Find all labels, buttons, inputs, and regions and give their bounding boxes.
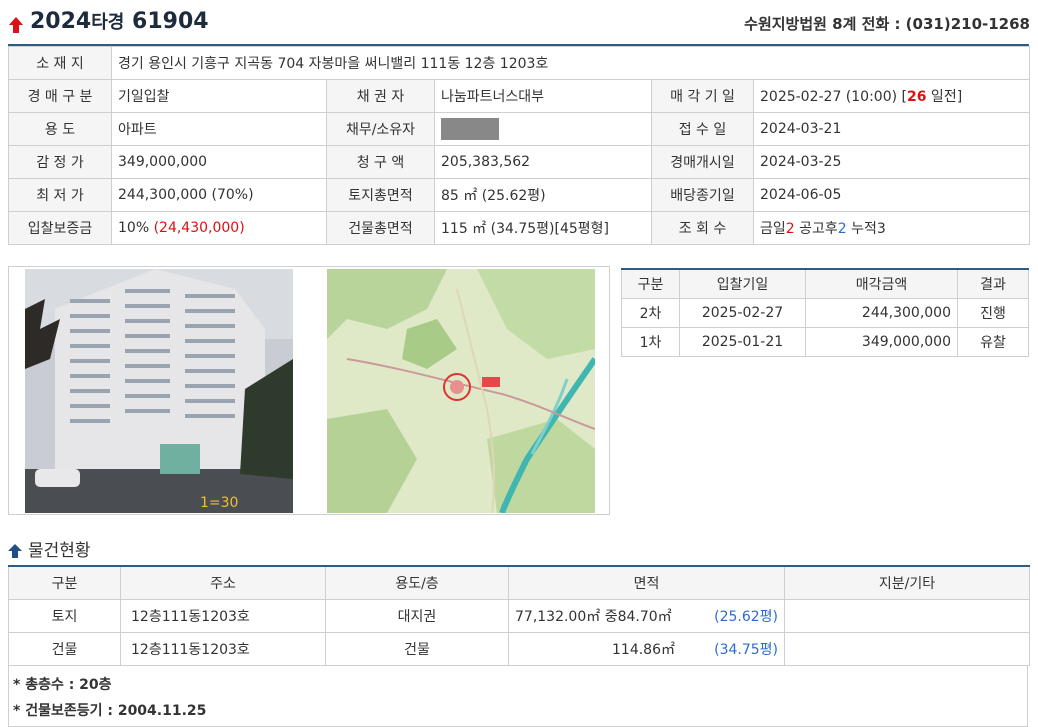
min-price-value: 244,300,000 (70%) [111, 178, 327, 212]
sale-date-label: 매 각 기 일 [651, 79, 754, 113]
prop-area: 77,132.00㎡ 중84.70㎡ (25.62평) [508, 599, 785, 633]
history-amount: 244,300,000 [805, 298, 958, 328]
location-label: 소 재 지 [8, 46, 112, 80]
prop-use: 건물 [325, 632, 509, 666]
use-label: 용 도 [8, 112, 112, 146]
prop-header-type: 구분 [8, 565, 121, 600]
note-floors: * 총층수 : 20층 [13, 677, 112, 693]
history-round: 1차 [621, 327, 680, 357]
note-registration: * 건물보존등기 : 2004.11.25 [13, 703, 207, 719]
land-area-label: 토지총면적 [326, 178, 435, 212]
prop-header-area: 면적 [508, 565, 785, 600]
views-value: 금일2 공고후2 누적3 [753, 211, 1030, 245]
table-row: 건물 12층111동1203호 건물 114.86㎡ (34.75평) [8, 632, 1030, 666]
prop-header-etc: 지분/기타 [784, 565, 1030, 600]
court-info: 수원지방법원 8계 전화 : (031)210-1268 [744, 15, 1030, 33]
land-area-value: 85 ㎡ (25.62평) [434, 178, 652, 212]
receipt-value: 2024-03-21 [753, 112, 1030, 146]
case-header: 2024타경 61904 수원지방법원 8계 전화 : (031)210-126… [8, 4, 1030, 42]
prop-area: 114.86㎡ (34.75평) [508, 632, 785, 666]
history-date: 2025-01-21 [679, 327, 806, 357]
prop-header-addr: 주소 [120, 565, 326, 600]
receipt-label: 접 수 일 [651, 112, 754, 146]
prop-addr: 12층111동1203호 [120, 632, 326, 666]
prop-use: 대지권 [325, 599, 509, 633]
notes-box: * 총층수 : 20층 * 건물보존등기 : 2004.11.25 [8, 666, 1028, 727]
case-info-table: 소 재 지 경기 용인시 기흥구 지곡동 704 자봉마을 써니밸리 111동 … [8, 46, 1030, 245]
location-map[interactable] [327, 269, 595, 513]
up-arrow-icon [9, 17, 23, 33]
property-table: 구분 주소 용도/층 면적 지분/기타 토지 12층111동1203호 대지권 … [8, 565, 1030, 666]
history-row: 2차 2025-02-27 244,300,000 진행 [621, 298, 1029, 328]
history-header-amount: 매각금액 [805, 268, 958, 299]
debtor-label: 채무/소유자 [326, 112, 435, 146]
map-image [327, 269, 595, 513]
debtor-value [434, 112, 652, 146]
claim-label: 청 구 액 [326, 145, 435, 179]
start-label: 경매개시일 [651, 145, 754, 179]
prop-type: 토지 [8, 599, 121, 633]
building-image: 1=30 [25, 269, 293, 513]
history-header-date: 입찰기일 [679, 268, 806, 299]
history-header-round: 구분 [621, 268, 680, 299]
deposit-value: 10% (24,430,000) [111, 211, 327, 245]
auction-type-label: 경 매 구 분 [8, 79, 112, 113]
claim-value: 205,383,562 [434, 145, 652, 179]
svg-text:1=30: 1=30 [200, 495, 238, 511]
history-amount: 349,000,000 [805, 327, 958, 357]
auction-type-value: 기일입찰 [111, 79, 327, 113]
bldg-area-label: 건물총면적 [326, 211, 435, 245]
history-result: 유찰 [957, 327, 1029, 357]
bid-history-table: 구분 입찰기일 매각금액 결과 2차 2025-02-27 244,300,00… [621, 268, 1029, 357]
deposit-label: 입찰보증금 [8, 211, 112, 245]
prop-header-use: 용도/층 [325, 565, 509, 600]
prop-addr: 12층111동1203호 [120, 599, 326, 633]
dividend-label: 배당종기일 [651, 178, 754, 212]
views-label: 조 회 수 [651, 211, 754, 245]
prop-etc [784, 599, 1030, 633]
min-price-label: 최 저 가 [8, 178, 112, 212]
history-date: 2025-02-27 [679, 298, 806, 328]
case-number: 2024타경 61904 [30, 9, 209, 34]
appraisal-label: 감 정 가 [8, 145, 112, 179]
prop-etc [784, 632, 1030, 666]
prop-type: 건물 [8, 632, 121, 666]
history-round: 2차 [621, 298, 680, 328]
location-value: 경기 용인시 기흥구 지곡동 704 자봉마을 써니밸리 111동 12층 12… [111, 46, 1030, 80]
photo-panel: 1=30 [8, 266, 610, 515]
history-row: 1차 2025-01-21 349,000,000 유찰 [621, 327, 1029, 357]
start-value: 2024-03-25 [753, 145, 1030, 179]
use-value: 아파트 [111, 112, 327, 146]
sale-date-value: 2025-02-27 (10:00) [26 일전] [753, 79, 1030, 113]
dividend-value: 2024-06-05 [753, 178, 1030, 212]
redacted-block [441, 118, 499, 140]
appraisal-value: 349,000,000 [111, 145, 327, 179]
creditor-label: 채 권 자 [326, 79, 435, 113]
history-header-result: 결과 [957, 268, 1029, 299]
house-arrow-icon [8, 544, 22, 558]
history-result: 진행 [957, 298, 1029, 328]
bldg-area-value: 115 ㎡ (34.75평)[45평형] [434, 211, 652, 245]
table-row: 토지 12층111동1203호 대지권 77,132.00㎡ 중84.70㎡ (2… [8, 599, 1030, 633]
building-photo[interactable]: 1=30 [25, 269, 293, 513]
creditor-value: 나눔파트너스대부 [434, 79, 652, 113]
section-title: 물건현황 [8, 536, 91, 561]
